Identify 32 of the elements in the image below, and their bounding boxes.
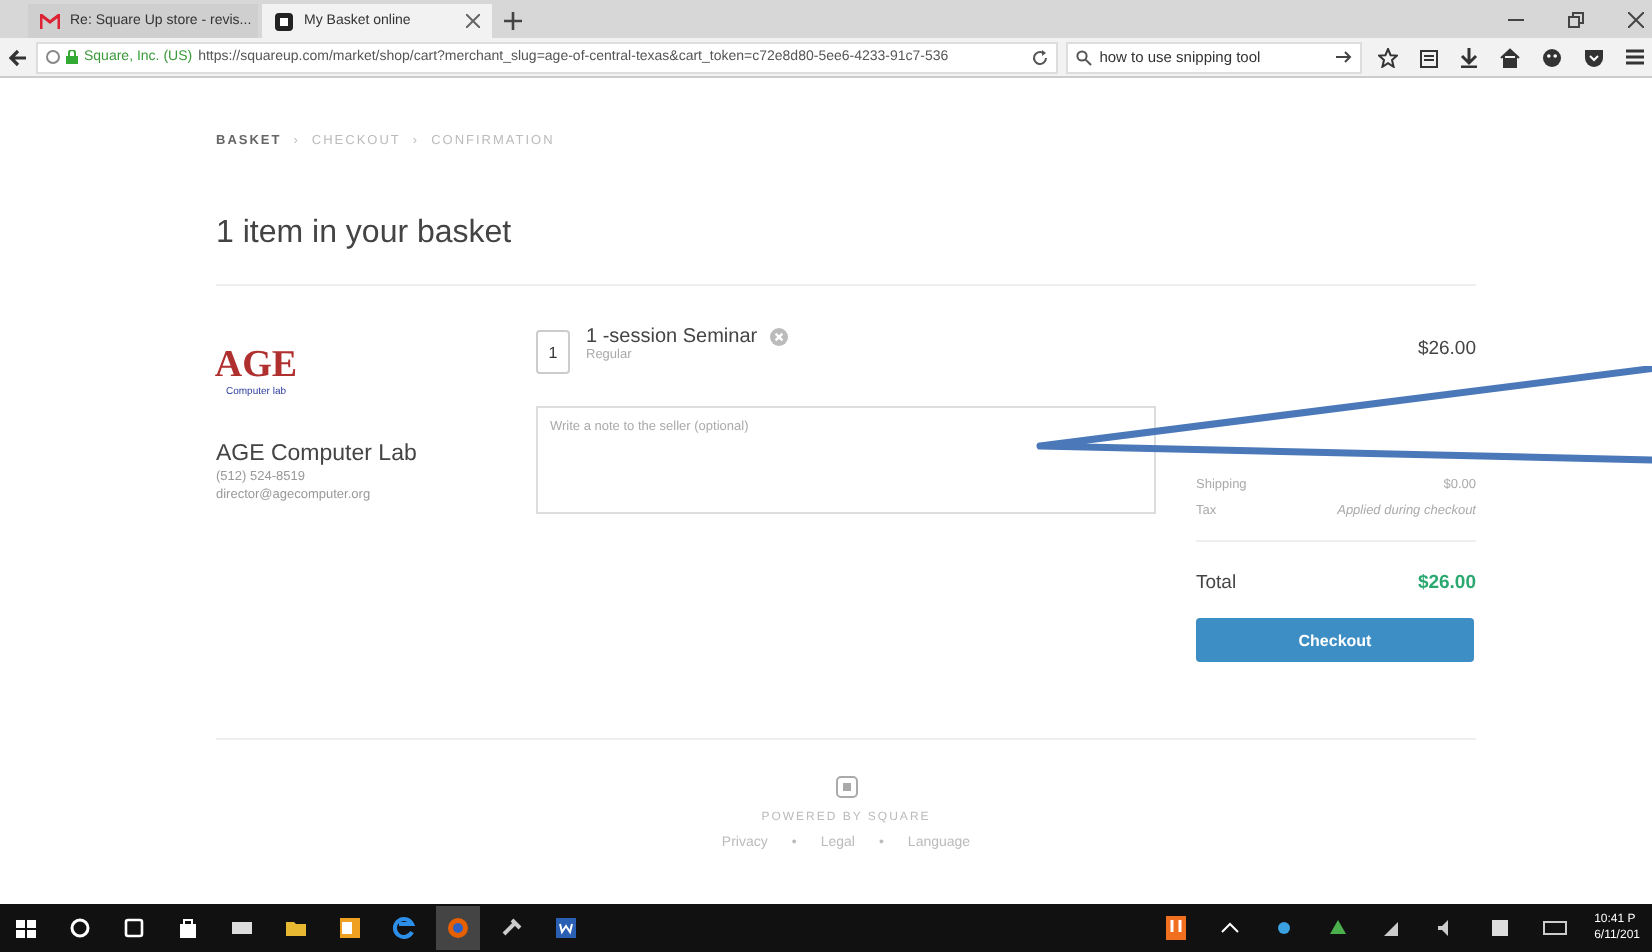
- smiley-icon[interactable]: [1542, 47, 1562, 67]
- page-heading: 1 item in your basket: [216, 216, 1476, 286]
- close-icon[interactable]: [1628, 12, 1644, 28]
- lock-icon: [66, 50, 78, 64]
- task-view-icon[interactable]: [120, 914, 148, 942]
- close-icon[interactable]: [466, 14, 480, 28]
- checkout-button[interactable]: Checkout: [1196, 618, 1474, 662]
- home-icon[interactable]: [1500, 47, 1520, 67]
- back-icon[interactable]: [8, 47, 28, 67]
- total-label: Total: [1196, 572, 1237, 594]
- shopping-bag-icon[interactable]: [174, 914, 202, 942]
- new-tab-icon[interactable]: [504, 12, 522, 30]
- merchant-name: AGE Computer Lab: [216, 442, 419, 466]
- star-icon[interactable]: [1378, 47, 1398, 67]
- download-icon[interactable]: [1460, 47, 1478, 67]
- item-price: $26.00: [1415, 336, 1476, 360]
- go-arrow-icon[interactable]: [1336, 50, 1352, 64]
- windows-start-icon[interactable]: [12, 914, 40, 942]
- quantity-field[interactable]: 1: [536, 330, 570, 374]
- square-logo-icon: [274, 11, 294, 31]
- info-icon: [46, 50, 60, 64]
- search-icon: [1075, 49, 1092, 65]
- reload-icon[interactable]: [1031, 49, 1048, 65]
- pocket-icon[interactable]: [1584, 47, 1604, 67]
- item-name: 1 -session Seminar: [586, 326, 758, 348]
- restore-icon[interactable]: [1568, 12, 1584, 28]
- search-circle-icon[interactable]: [66, 914, 94, 942]
- square-logo-icon: [835, 776, 857, 798]
- total-value: $26.00: [1417, 572, 1476, 594]
- clipboard-icon[interactable]: [1420, 47, 1438, 67]
- menu-icon[interactable]: [1626, 47, 1644, 67]
- mail-icon: [40, 13, 60, 29]
